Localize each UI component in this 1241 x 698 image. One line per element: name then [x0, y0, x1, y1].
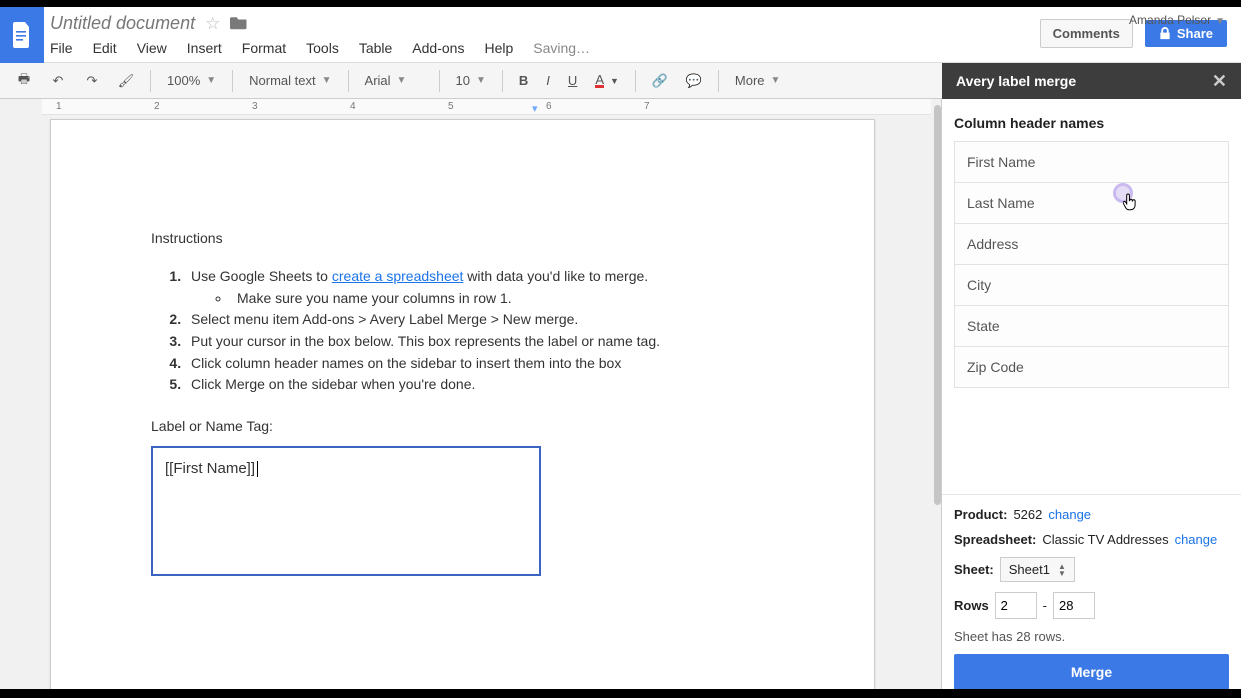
instructions-heading: Instructions [151, 230, 774, 246]
sidebar-footer: Product: 5262 change Spreadsheet: Classi… [942, 494, 1241, 698]
workspace: 1 2 3 4 5 6 7 ▾ Instructions Use Google … [0, 99, 1241, 698]
menu-view[interactable]: View [137, 40, 167, 56]
text-cursor [257, 461, 258, 477]
link-icon[interactable]: 🔗 [646, 69, 674, 93]
menu-table[interactable]: Table [359, 40, 392, 56]
window-bottom-border [0, 689, 1241, 698]
ruler-tick: 4 [350, 101, 356, 112]
paragraph-style-select[interactable]: Normal text▼ [243, 71, 337, 90]
redo-icon[interactable]: ↷ [78, 69, 106, 93]
merge-field: [[First Name]] [165, 460, 255, 477]
list-item: Use Google Sheets to create a spreadshee… [185, 266, 774, 309]
menu-file[interactable]: File [50, 40, 73, 56]
menu-bar: File Edit View Insert Format Tools Table… [50, 40, 1040, 56]
list-item: Click Merge on the sidebar when you're d… [185, 374, 774, 396]
user-name: Amanda Pelsor [1129, 13, 1211, 27]
ruler-tick: 7 [644, 101, 650, 112]
comments-button[interactable]: Comments [1040, 19, 1133, 48]
rows-label: Rows [954, 598, 989, 613]
sheet-label: Sheet: [954, 562, 994, 577]
rows-dash: - [1043, 598, 1047, 613]
column-state[interactable]: State [954, 305, 1229, 347]
print-icon[interactable]: 🖶 [10, 69, 38, 93]
font-size-select[interactable]: 10▼ [450, 71, 492, 90]
star-icon[interactable]: ☆ [205, 14, 220, 34]
list-item: Put your cursor in the box below. This b… [185, 331, 774, 353]
font-family-select[interactable]: Arial▼ [359, 71, 429, 90]
zoom-select[interactable]: 100%▼ [161, 71, 222, 90]
sheet-select[interactable]: Sheet1 ▲▼ [1000, 557, 1075, 582]
window-top-border [0, 0, 1241, 7]
spreadsheet-label: Spreadsheet: [954, 532, 1036, 547]
undo-icon[interactable]: ↶ [44, 69, 72, 93]
list-item: Click column header names on the sidebar… [185, 353, 774, 375]
app-header: Untitled document ☆ File Edit View Inser… [0, 7, 1241, 63]
addon-sidebar: Avery label merge ✕ Column header names … [941, 99, 1241, 698]
change-product-link[interactable]: change [1048, 507, 1091, 522]
column-first-name[interactable]: First Name [954, 141, 1229, 183]
caret-down-icon: ▼ [1215, 16, 1225, 27]
product-label: Product: [954, 507, 1007, 522]
menu-addons[interactable]: Add-ons [412, 40, 464, 56]
ruler-tick: 6 [546, 101, 552, 112]
vertical-scrollbar[interactable] [934, 105, 941, 505]
saving-status: Saving… [533, 40, 590, 56]
column-last-name[interactable]: Last Name [954, 182, 1229, 224]
rows-to-input[interactable] [1053, 592, 1095, 619]
paint-format-icon[interactable]: 🖌 [112, 69, 140, 93]
menu-insert[interactable]: Insert [187, 40, 222, 56]
merge-button[interactable]: Merge [954, 654, 1229, 690]
column-address[interactable]: Address [954, 223, 1229, 265]
menu-edit[interactable]: Edit [93, 40, 117, 56]
product-value: 5262 [1013, 507, 1042, 522]
bold-icon[interactable]: B [513, 69, 534, 92]
document-page[interactable]: Instructions Use Google Sheets to create… [50, 119, 875, 698]
menu-tools[interactable]: Tools [306, 40, 339, 56]
sidebar-section-title: Column header names [954, 115, 1229, 131]
indent-marker-icon[interactable]: ▾ [532, 102, 538, 115]
label-template-box[interactable]: [[First Name]] [151, 446, 541, 576]
list-item: Select menu item Add-ons > Avery Label M… [185, 309, 774, 331]
text-color-icon[interactable]: A▼ [589, 70, 625, 92]
create-spreadsheet-link[interactable]: create a spreadsheet [332, 268, 464, 284]
menu-help[interactable]: Help [484, 40, 513, 56]
folder-icon[interactable] [230, 15, 248, 33]
label-caption: Label or Name Tag: [151, 418, 774, 434]
rows-info: Sheet has 28 rows. [954, 629, 1229, 644]
column-city[interactable]: City [954, 264, 1229, 306]
share-label: Share [1177, 26, 1213, 41]
underline-icon[interactable]: U [562, 69, 583, 92]
ruler-tick: 3 [252, 101, 258, 112]
ruler-tick: 5 [448, 101, 454, 112]
rows-from-input[interactable] [995, 592, 1037, 619]
account-menu[interactable]: Amanda Pelsor ▼ [1129, 13, 1225, 27]
stepper-icon: ▲▼ [1058, 563, 1066, 577]
sidebar-header: Avery label merge ✕ [942, 63, 1241, 99]
list-item: Make sure you name your columns in row 1… [231, 288, 774, 310]
italic-icon[interactable]: I [540, 69, 556, 92]
ruler-tick: 1 [56, 101, 62, 112]
document-canvas: 1 2 3 4 5 6 7 ▾ Instructions Use Google … [0, 99, 941, 698]
close-icon[interactable]: ✕ [1212, 71, 1227, 92]
lock-icon [1159, 27, 1171, 40]
comment-icon[interactable]: 💬 [680, 69, 708, 93]
sidebar-title: Avery label merge [956, 73, 1076, 89]
horizontal-ruler[interactable]: 1 2 3 4 5 6 7 ▾ [42, 99, 931, 115]
ruler-tick: 2 [154, 101, 160, 112]
instructions-list: Use Google Sheets to create a spreadshee… [185, 266, 774, 396]
docs-logo[interactable] [0, 7, 44, 63]
menu-format[interactable]: Format [242, 40, 286, 56]
document-title[interactable]: Untitled document [50, 13, 195, 34]
change-spreadsheet-link[interactable]: change [1175, 532, 1218, 547]
toolbar-more[interactable]: More▼ [729, 71, 787, 90]
spreadsheet-value: Classic TV Addresses [1042, 532, 1168, 547]
column-zip[interactable]: Zip Code [954, 346, 1229, 388]
